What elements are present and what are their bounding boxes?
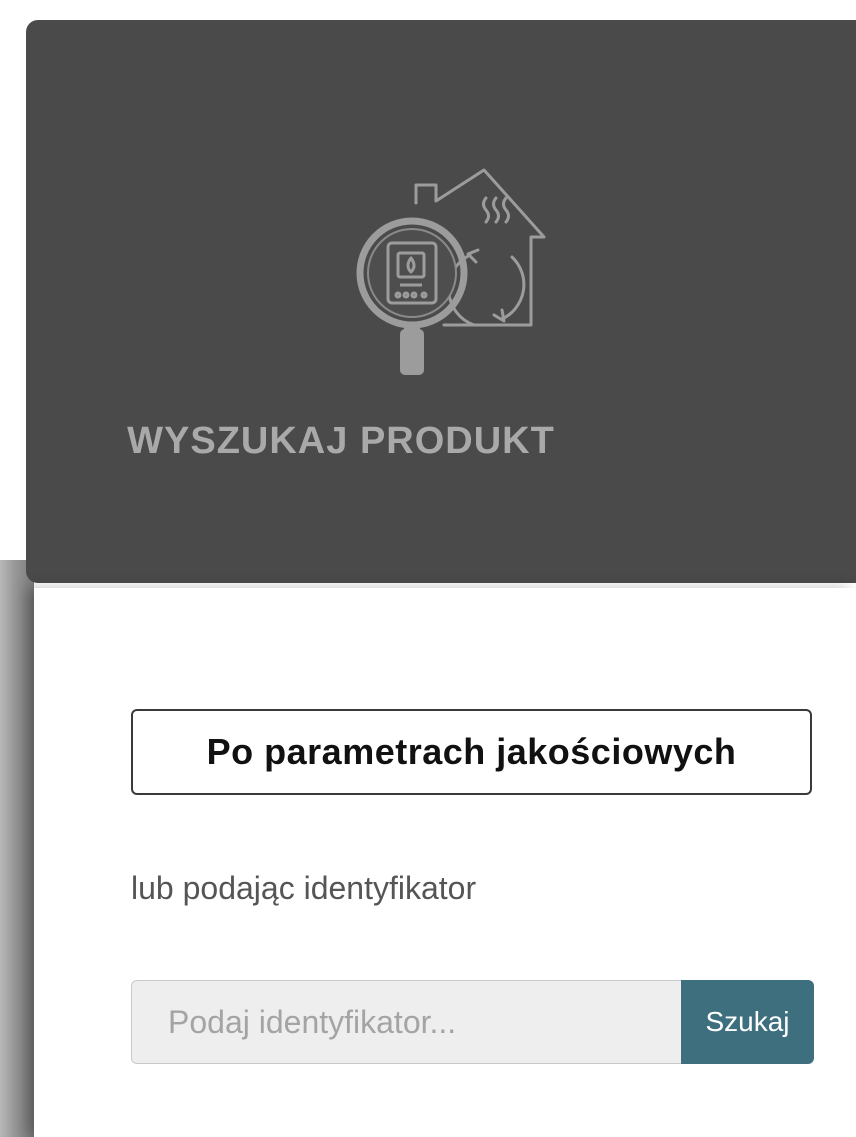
card-body: Po parametrach jakościowych lub podając … — [34, 588, 856, 1137]
header-title: WYSZUKAJ PRODUKT — [127, 420, 555, 462]
search-by-parameters-button[interactable]: Po parametrach jakościowych — [131, 709, 812, 795]
search-card: WYSZUKAJ PRODUKT Po parametrach jakościo… — [26, 20, 856, 1137]
identifier-hint-label: lub podając identyfikator — [131, 870, 477, 906]
page: WYSZUKAJ PRODUKT Po parametrach jakościo… — [0, 0, 856, 1137]
search-button[interactable]: Szukaj — [681, 980, 814, 1064]
product-search-house-icon — [356, 168, 546, 375]
identifier-input[interactable] — [131, 980, 681, 1064]
identifier-search-group: Szukaj — [131, 980, 814, 1064]
card-header: WYSZUKAJ PRODUKT — [26, 20, 856, 583]
